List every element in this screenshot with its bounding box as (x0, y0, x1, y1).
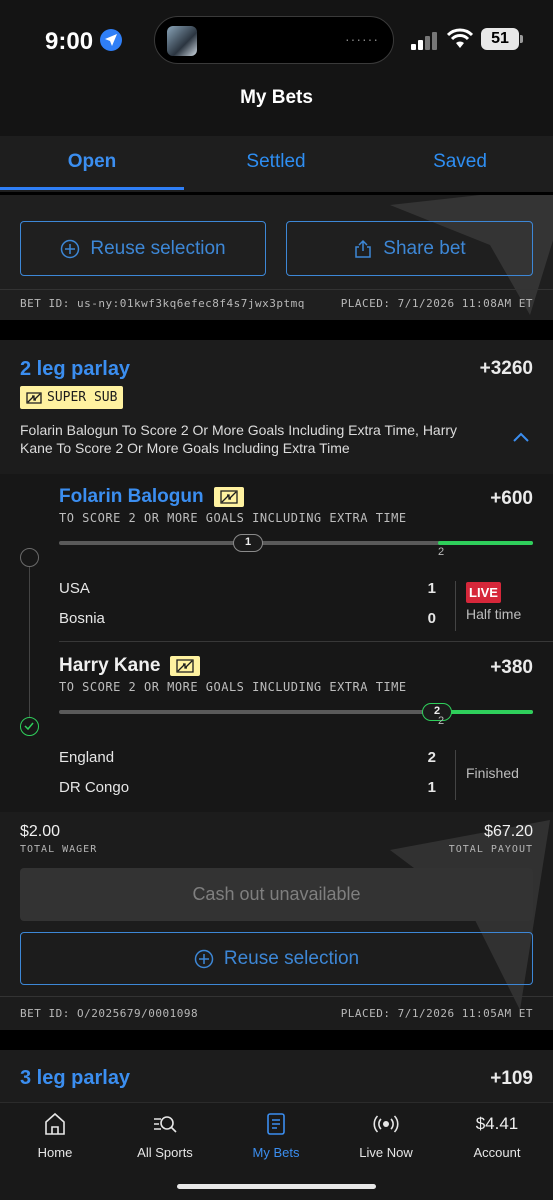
account-balance: $4.41 (475, 1114, 519, 1133)
placed-date: PLACED: 7/1/2026 11:08AM ET (340, 297, 533, 310)
progress-track (59, 541, 533, 545)
bet-id: BET ID: us-ny:01kwf3kq6efec8f4s7jwx3ptmq (20, 297, 305, 310)
status-bar: 9:00 ······ 51 (0, 0, 553, 80)
leg-status-won-icon (20, 717, 39, 736)
cash-out-button: Cash out unavailable (20, 868, 533, 921)
team-score: 1 (427, 779, 436, 796)
progress-track (59, 710, 533, 714)
nav-live-now[interactable]: Live Now (331, 1111, 441, 1171)
search-icon (154, 1116, 177, 1133)
battery-icon: 51 (481, 28, 523, 50)
tab-settled[interactable]: Settled (184, 136, 368, 190)
game-status: Finished (466, 765, 519, 781)
parlay-title[interactable]: 2 leg parlay (20, 358, 130, 381)
audio-waveform-icon: ······ (345, 31, 379, 47)
divider (455, 750, 456, 800)
leg-timeline (29, 565, 30, 718)
reuse-selection-button[interactable]: Reuse selection (20, 221, 266, 276)
team-score: 1 (427, 580, 436, 597)
nav-my-bets[interactable]: My Bets (221, 1111, 331, 1171)
team-name: Bosnia (59, 610, 105, 627)
super-sub-icon (170, 656, 201, 676)
bet-card: 3 leg parlay +109 (0, 1050, 553, 1110)
total-wager: $2.00 (20, 823, 61, 840)
plus-circle-icon (61, 239, 80, 258)
total-payout: $67.20 (484, 823, 533, 840)
progress-target-label: 2 (438, 546, 445, 558)
header: My Bets (0, 80, 553, 136)
wifi-icon (447, 28, 473, 48)
live-icon (373, 1115, 399, 1133)
team-score: 2 (427, 749, 436, 766)
home-icon (45, 1112, 65, 1135)
total-wager-label: TOTAL WAGER (20, 844, 98, 855)
leg-odds: +600 (490, 488, 533, 509)
tab-open[interactable]: Open (0, 136, 184, 190)
bet-slip-icon (267, 1113, 285, 1135)
page-title: My Bets (240, 87, 313, 108)
divider (59, 641, 553, 642)
parlay-odds: +3260 (479, 358, 533, 379)
divider (0, 996, 553, 997)
team-name: England (59, 749, 115, 766)
cellular-signal-icon (411, 30, 439, 50)
media-thumbnail (167, 26, 197, 56)
location-icon (100, 29, 122, 51)
nav-home[interactable]: Home (0, 1111, 110, 1171)
divider (455, 581, 456, 631)
game-status: Half time (466, 606, 522, 622)
nav-account[interactable]: $4.41 Account (442, 1111, 552, 1171)
nav-all-sports[interactable]: All Sports (110, 1111, 220, 1171)
swap-icon (26, 391, 42, 404)
bet-card: 2 leg parlay +3260 SUPER SUB Folarin Bal… (0, 340, 553, 1030)
parlay-description: Folarin Balogun To Score 2 Or More Goals… (20, 422, 458, 456)
legs-section: Folarin Balogun +600 TO SCORE 2 OR MORE … (0, 474, 553, 812)
leg-player-name[interactable]: Folarin Balogun (59, 486, 244, 508)
parlay-odds: +109 (490, 1068, 533, 1089)
leg-odds: +380 (490, 657, 533, 678)
reuse-selection-button[interactable]: Reuse selection (20, 932, 533, 985)
bet-card: Reuse selection Share bet BET ID: us-ny:… (0, 195, 553, 320)
progress-goal-zone (438, 541, 533, 545)
reuse-selection-label: Reuse selection (223, 947, 360, 969)
team-score: 0 (427, 610, 436, 627)
team-name: USA (59, 580, 90, 597)
reuse-selection-label: Reuse selection (90, 237, 226, 259)
progress-goal-zone (438, 710, 533, 714)
leg-market: TO SCORE 2 OR MORE GOALS INCLUDING EXTRA… (59, 511, 407, 525)
parlay-title[interactable]: 3 leg parlay (20, 1067, 130, 1090)
dynamic-island: ······ (154, 16, 394, 64)
tab-saved[interactable]: Saved (368, 136, 552, 190)
super-sub-badge: SUPER SUB (20, 386, 124, 409)
total-payout-label: TOTAL PAYOUT (448, 844, 533, 855)
leg-player-name[interactable]: Harry Kane (59, 655, 201, 677)
placed-date: PLACED: 7/1/2026 11:05AM ET (340, 1007, 533, 1020)
bet-id: BET ID: O/2025679/0001098 (20, 1007, 199, 1020)
live-badge: LIVE (466, 582, 501, 603)
home-indicator[interactable] (177, 1184, 376, 1189)
share-bet-button[interactable]: Share bet (286, 221, 533, 276)
super-sub-label: SUPER SUB (47, 390, 118, 405)
super-sub-icon (213, 487, 244, 507)
progress-target-label: 2 (438, 715, 445, 727)
plus-circle-icon (194, 949, 214, 968)
divider (0, 289, 553, 290)
chevron-up-icon[interactable] (513, 432, 529, 442)
share-bet-label: Share bet (383, 237, 466, 259)
leg-status-pending-icon (20, 548, 39, 567)
progress-marker: 2 (422, 703, 452, 721)
share-icon (355, 239, 372, 258)
status-time: 9:00 (45, 28, 94, 55)
progress-marker: 1 (233, 534, 263, 552)
team-name: DR Congo (59, 779, 130, 796)
tab-bar: Open Settled Saved (0, 136, 553, 192)
leg-market: TO SCORE 2 OR MORE GOALS INCLUDING EXTRA… (59, 680, 407, 694)
